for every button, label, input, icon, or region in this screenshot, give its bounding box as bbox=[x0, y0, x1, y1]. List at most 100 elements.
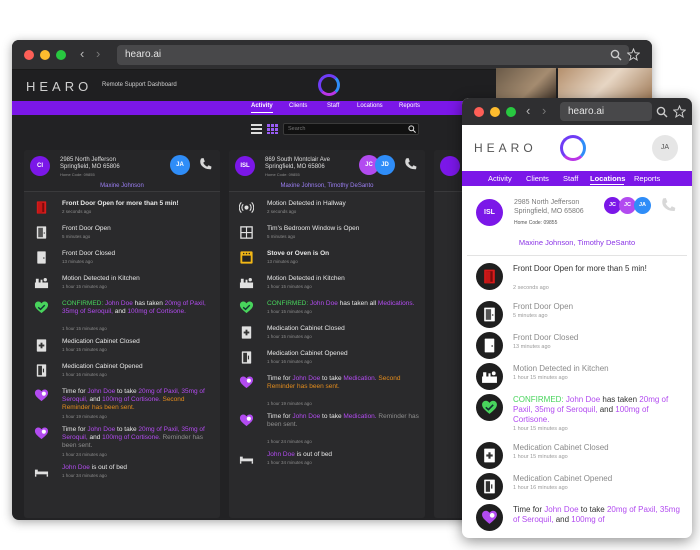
maximize-window-button[interactable] bbox=[506, 107, 516, 117]
hearo-logo[interactable]: HEARO bbox=[26, 79, 92, 94]
phone-icon[interactable] bbox=[198, 157, 212, 171]
phone-icon[interactable] bbox=[403, 157, 417, 171]
event-row[interactable]: John Doe is out of bed 1 hour 34 minutes … bbox=[229, 449, 425, 474]
event-row[interactable]: Front Door Closed 13 minutes ago bbox=[24, 248, 220, 273]
event-timestamp: 1 hour 16 minutes ago bbox=[62, 372, 107, 377]
event-text: Medication Cabinet Opened bbox=[62, 363, 143, 370]
location-header[interactable]: ISL 869 South Montclair Ave Springfield,… bbox=[229, 150, 425, 192]
staff-avatar[interactable]: JD bbox=[375, 155, 395, 175]
event-row[interactable]: CONFIRMED: John Doe has taken 20mg of Pa… bbox=[24, 298, 220, 336]
tab-locations[interactable]: Locations bbox=[590, 174, 625, 183]
back-icon[interactable]: ‹ bbox=[526, 103, 530, 119]
close-window-button[interactable] bbox=[474, 107, 484, 117]
search-icon[interactable] bbox=[656, 106, 668, 118]
tab-activity[interactable]: Activity bbox=[488, 174, 512, 183]
location-card[interactable]: ISL 2985 North Jefferson Springfield, MO… bbox=[467, 190, 687, 256]
staff-avatar[interactable]: JA bbox=[634, 197, 651, 214]
event-row[interactable]: Medication Cabinet Closed 1 hour 15 minut… bbox=[462, 440, 692, 471]
hearo-ring-icon bbox=[318, 74, 340, 96]
event-row[interactable]: Front Door Open 5 minutes ago bbox=[462, 299, 692, 330]
event-row[interactable]: Tim's Bedroom Window is Open 5 minutes ag… bbox=[229, 223, 425, 248]
tab-reports[interactable]: Reports bbox=[399, 103, 420, 109]
event-row[interactable]: CONFIRMED: John Doe has taken 20mg of Pa… bbox=[462, 392, 692, 440]
tab-clients[interactable]: Clients bbox=[526, 174, 549, 183]
client-avatar[interactable]: ISL bbox=[235, 156, 255, 176]
event-timestamp: 1 hour 34 minutes ago bbox=[267, 460, 312, 465]
tab-activity[interactable]: Activity bbox=[251, 103, 273, 109]
event-row[interactable]: CONFIRMED: John Doe has taken all Medica… bbox=[229, 298, 425, 323]
camera-thumbnail[interactable] bbox=[558, 68, 652, 101]
event-row[interactable]: Motion Detected in Kitchen 1 hour 15 minu… bbox=[462, 361, 692, 392]
motion-hallway-icon bbox=[238, 200, 255, 215]
tab-reports[interactable]: Reports bbox=[634, 174, 660, 183]
event-row[interactable]: Time for John Doe to take Medication. Re… bbox=[229, 411, 425, 449]
event-row[interactable]: Time for John Doe to take 20mg of Paxil,… bbox=[24, 386, 220, 424]
search-input[interactable] bbox=[283, 123, 419, 135]
event-row[interactable]: Motion Detected in Kitchen 1 hour 15 minu… bbox=[24, 273, 220, 298]
bookmark-star-icon[interactable] bbox=[627, 48, 640, 61]
event-timestamp: 1 hour 15 minutes ago bbox=[62, 347, 107, 352]
event-row[interactable]: Medication Cabinet Opened 1 hour 16 minut… bbox=[462, 471, 692, 502]
event-row[interactable]: Front Door Closed 13 minutes ago bbox=[462, 330, 692, 361]
tab-clients[interactable]: Clients bbox=[289, 103, 307, 109]
event-row[interactable]: Medication Cabinet Opened 1 hour 16 minut… bbox=[24, 361, 220, 386]
search-icon[interactable] bbox=[408, 125, 416, 133]
event-row[interactable]: Front Door Open for more than 5 min! 2 se… bbox=[462, 261, 692, 299]
minimize-window-button[interactable] bbox=[490, 107, 500, 117]
address-line-2: Springfield, MO 65806 bbox=[60, 164, 120, 170]
event-text: Front Door Open bbox=[62, 225, 111, 232]
event-row[interactable]: Time for John Doe to take 20mg of Paxil,… bbox=[462, 502, 692, 538]
address-bar[interactable]: hearo.ai bbox=[117, 45, 629, 65]
close-window-button[interactable] bbox=[24, 50, 34, 60]
client-avatar[interactable] bbox=[440, 156, 460, 176]
window-icon bbox=[239, 225, 254, 240]
client-avatar[interactable]: ISL bbox=[476, 199, 503, 226]
tab-staff[interactable]: Staff bbox=[563, 174, 578, 183]
event-row[interactable]: Time for John Doe to take 20mg of Paxil,… bbox=[24, 424, 220, 462]
list-view-icon[interactable] bbox=[251, 124, 262, 134]
phone-icon[interactable] bbox=[660, 197, 676, 213]
event-text: Time for John Doe to take Medication. Re… bbox=[267, 413, 419, 428]
event-row[interactable]: Motion Detected in Hallway 2 seconds ago bbox=[229, 198, 425, 223]
cabinet-opened-icon bbox=[239, 350, 254, 365]
event-row[interactable]: Medication Cabinet Closed 1 hour 15 minut… bbox=[24, 336, 220, 361]
tab-staff[interactable]: Staff bbox=[327, 103, 339, 109]
address-line-2: Springfield, MO 65806 bbox=[514, 208, 584, 215]
event-row[interactable]: Stove or Oven is On 13 minutes ago bbox=[229, 248, 425, 273]
minimize-window-button[interactable] bbox=[40, 50, 50, 60]
reminder-heart-icon bbox=[34, 426, 49, 441]
grid-view-icon[interactable] bbox=[267, 124, 278, 134]
camera-thumbnail[interactable] bbox=[496, 68, 556, 101]
event-text: Time for John Doe to take 20mg of Paxil,… bbox=[62, 388, 205, 411]
door-open-icon bbox=[476, 301, 503, 328]
event-timestamp: 13 minutes ago bbox=[267, 259, 298, 264]
hearo-logo[interactable]: HEARO bbox=[474, 141, 537, 155]
staff-avatar[interactable]: JA bbox=[170, 155, 190, 175]
cabinet-closed-icon bbox=[476, 442, 503, 469]
maximize-window-button[interactable] bbox=[56, 50, 66, 60]
forward-icon[interactable]: › bbox=[542, 103, 546, 119]
location-header[interactable]: CI 2985 North Jefferson Springfield, MO … bbox=[24, 150, 220, 192]
bed-icon bbox=[239, 451, 254, 466]
event-timestamp: 2 seconds ago bbox=[62, 209, 92, 214]
client-avatar[interactable]: CI bbox=[30, 156, 50, 176]
event-row[interactable]: Medication Cabinet Closed 1 hour 15 minut… bbox=[229, 323, 425, 348]
event-row[interactable]: Medication Cabinet Opened 1 hour 16 minut… bbox=[229, 348, 425, 373]
bookmark-star-icon[interactable] bbox=[673, 105, 686, 118]
event-row[interactable]: Motion Detected in Kitchen 1 hour 15 minu… bbox=[229, 273, 425, 298]
stove-icon bbox=[239, 250, 254, 265]
address-bar[interactable]: hearo.ai bbox=[560, 102, 652, 121]
event-row[interactable]: Front Door Open 5 minutes ago bbox=[24, 223, 220, 248]
search-icon[interactable] bbox=[610, 49, 622, 61]
tab-locations[interactable]: Locations bbox=[357, 103, 383, 109]
event-timestamp: 1 hour 15 minutes ago bbox=[267, 284, 312, 289]
kitchen-motion-icon bbox=[476, 363, 503, 390]
forward-icon[interactable]: › bbox=[96, 46, 100, 62]
event-row[interactable]: Time for John Doe to take Medication. Se… bbox=[229, 373, 425, 411]
active-tab-underline bbox=[590, 184, 624, 185]
event-row[interactable]: Front Door Open for more than 5 min! 2 se… bbox=[24, 198, 220, 223]
event-timestamp: 1 hour 24 minutes ago bbox=[62, 452, 107, 457]
user-avatar[interactable]: JA bbox=[652, 135, 678, 161]
back-icon[interactable]: ‹ bbox=[80, 46, 84, 62]
event-row[interactable]: John Doe is out of bed 1 hour 34 minutes … bbox=[24, 462, 220, 487]
